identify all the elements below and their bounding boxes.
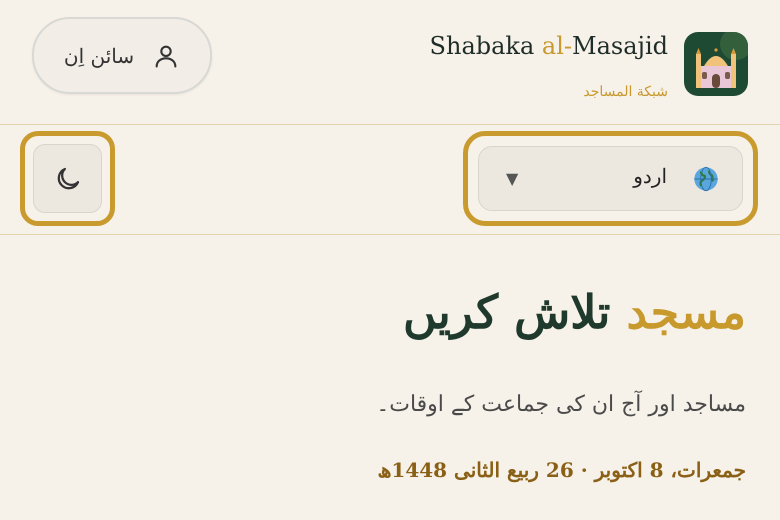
mosque-icon	[696, 32, 748, 88]
globe-icon	[694, 166, 718, 192]
brand-title-prefix: Shabaka	[429, 32, 542, 60]
sign-in-button[interactable]: سائن اِن	[32, 17, 212, 94]
language-select-focus-ring: ▼ اردو	[463, 131, 758, 226]
moon-icon	[57, 167, 79, 189]
page-title: مسجد تلاش کریں	[403, 285, 746, 339]
language-select[interactable]: ▼ اردو	[478, 146, 743, 211]
page-subtitle: مساجد اور آج ان کی جماعت کے اوقات۔	[376, 392, 746, 417]
brand-subtitle: شبکة المساجد	[583, 84, 668, 100]
sign-in-label: سائن اِن	[63, 43, 135, 68]
logo	[684, 32, 748, 96]
app-header: سائن اِن Shabaka al-Masajid شبکة المساجد	[0, 0, 780, 125]
brand-title: Shabaka al-Masajid	[430, 32, 668, 60]
page-title-rest: تلاش کریں	[402, 285, 627, 339]
dropdown-arrow-icon: ▼	[506, 169, 519, 188]
language-select-value: اردو	[633, 164, 667, 188]
user-icon	[155, 45, 177, 68]
theme-toggle-focus-ring	[20, 131, 115, 226]
theme-toggle-button[interactable]	[33, 144, 102, 213]
toolbar: ▼ اردو	[0, 126, 780, 235]
brand-title-suffix: Masajid	[572, 32, 668, 60]
page-title-accent: مسجد	[626, 285, 746, 339]
brand-title-accent: al-	[541, 32, 572, 60]
date-line: جمعرات، 8 اکتوبر · 26 ربیع الثانی 1448ھ	[377, 458, 746, 482]
